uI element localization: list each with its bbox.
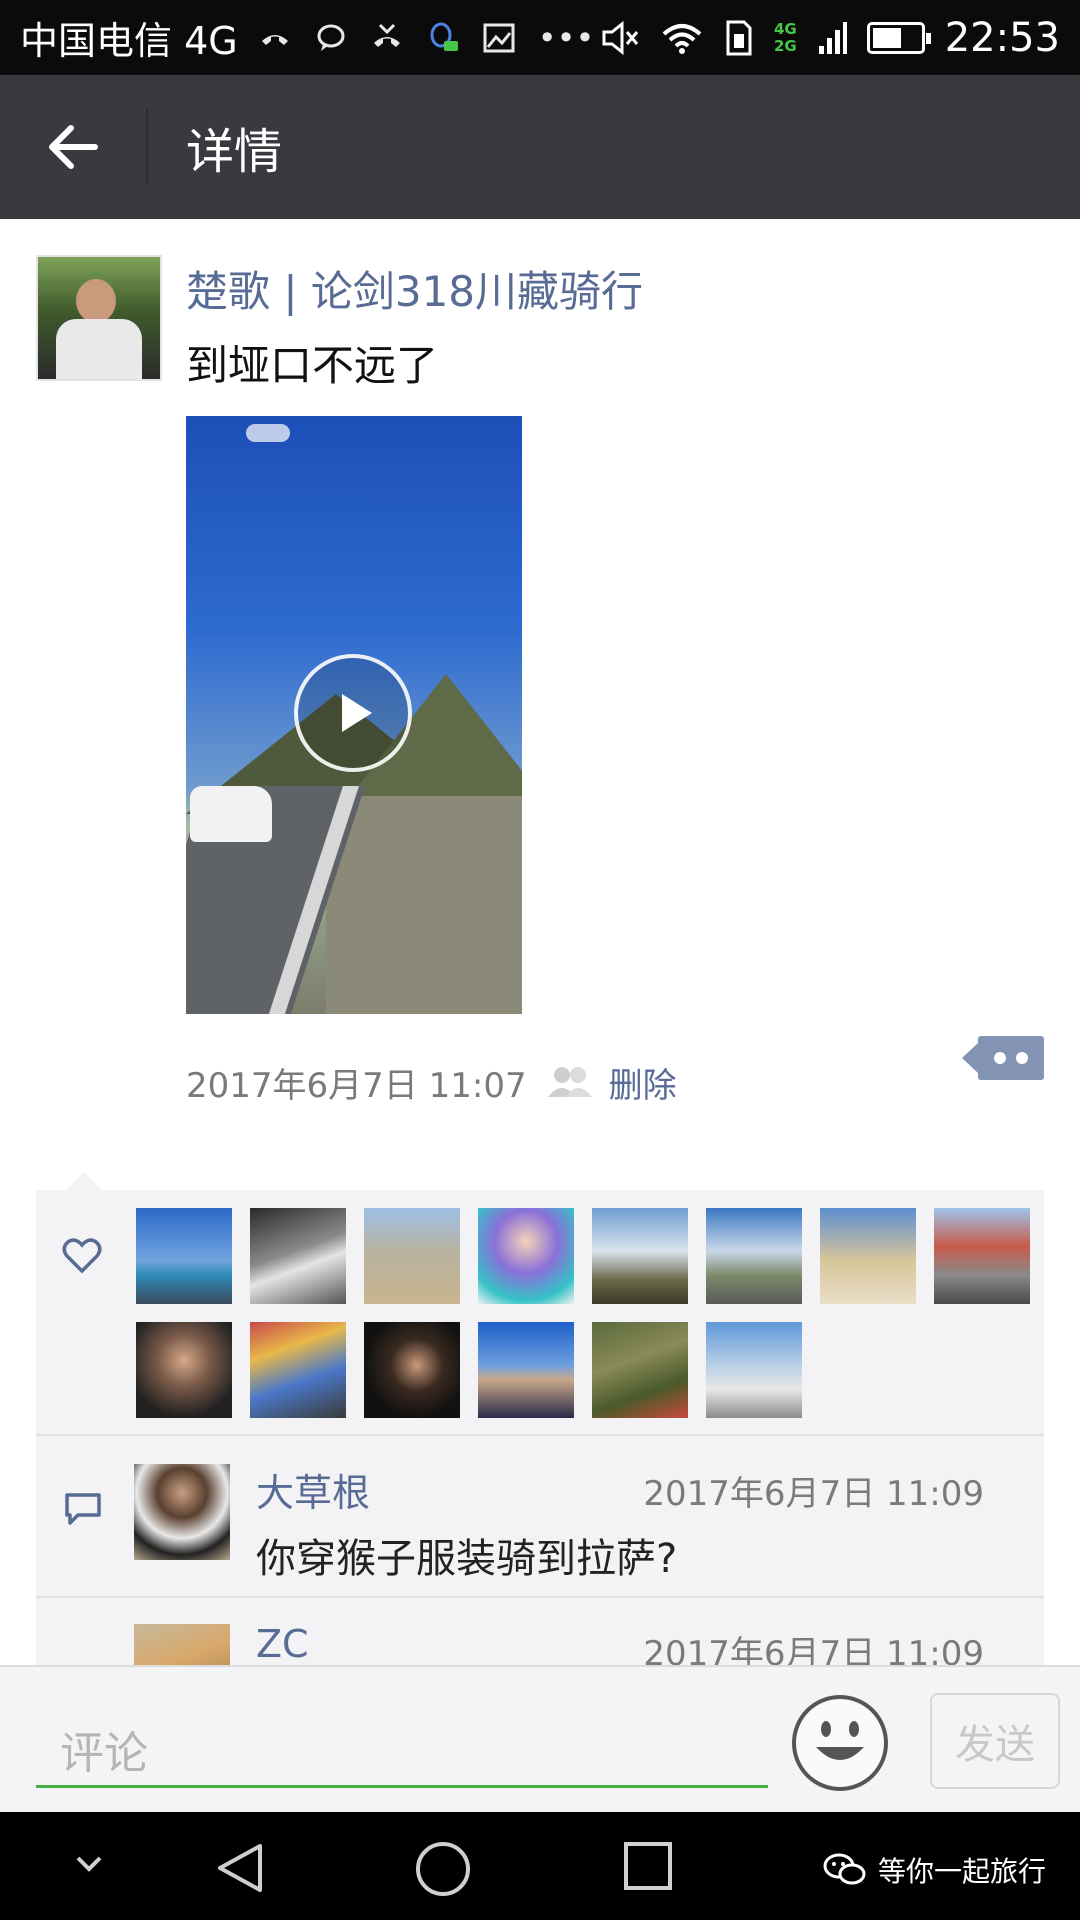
- comment-icon: [65, 1493, 101, 1525]
- nav-home-icon[interactable]: [414, 1840, 472, 1898]
- send-button[interactable]: 发送: [930, 1693, 1060, 1789]
- notification-icons: •••: [258, 18, 595, 57]
- more-notifications-icon: •••: [537, 18, 595, 57]
- watermark-text: 等你一起旅行: [877, 1855, 1046, 1888]
- like-avatar[interactable]: [592, 1322, 688, 1418]
- nav-back-icon[interactable]: [212, 1840, 268, 1896]
- comment-text: 你穿猴子服装骑到拉萨?: [256, 1536, 678, 1582]
- mute-icon: [602, 20, 639, 55]
- clock: 22:53: [944, 14, 1060, 61]
- title-bar: 详情: [0, 75, 1080, 219]
- system-nav-bar: 等你一起旅行: [0, 1812, 1080, 1920]
- chevron-down-icon[interactable]: [72, 1852, 106, 1876]
- likes-comments-panel: 大草根 2017年6月7日 11:09 你穿猴子服装骑到拉萨? ZC 2017年…: [36, 1190, 1044, 1665]
- author-name[interactable]: 楚歌 | 论剑318川藏骑行: [186, 258, 643, 319]
- like-avatar[interactable]: [820, 1208, 916, 1304]
- missed-call-icon: [261, 34, 288, 45]
- message-icon: [317, 24, 345, 51]
- post-meta: 2017年6月7日 11:07 删除: [186, 1058, 677, 1107]
- like-avatar[interactable]: [364, 1322, 460, 1418]
- play-button[interactable]: [294, 654, 412, 772]
- like-avatar[interactable]: [250, 1208, 346, 1304]
- comment-time: 2017年6月7日 11:09: [643, 1474, 984, 1514]
- back-button[interactable]: [0, 75, 146, 219]
- like-avatar[interactable]: [364, 1208, 460, 1304]
- back-arrow-icon: [49, 125, 98, 169]
- delete-link[interactable]: 删除: [609, 1058, 677, 1107]
- comment-author[interactable]: 大草根: [256, 1462, 370, 1517]
- battery-icon: [866, 21, 931, 54]
- input-underline: [36, 1785, 768, 1788]
- comment-input[interactable]: 评论: [60, 1717, 148, 1781]
- heart-icon: [62, 1238, 102, 1274]
- watermark: 等你一起旅行: [822, 1850, 1046, 1890]
- divider: [36, 1596, 1044, 1598]
- likes-pointer: [66, 1172, 102, 1190]
- nav-recents-icon[interactable]: [622, 1840, 674, 1892]
- like-avatar[interactable]: [592, 1208, 688, 1304]
- comment-avatar[interactable]: [134, 1464, 230, 1560]
- status-bar: 中国电信 4G ••• 4G 2G 22:53: [0, 0, 1080, 75]
- post-text: 到垭口不远了: [186, 341, 439, 390]
- like-avatar[interactable]: [934, 1208, 1030, 1304]
- like-avatar[interactable]: [478, 1208, 574, 1304]
- carrier-label: 中国电信 4G: [20, 19, 238, 63]
- comment-author[interactable]: ZC: [256, 1622, 309, 1665]
- title-divider: [146, 109, 148, 185]
- comment-action-button[interactable]: [962, 1036, 1044, 1080]
- network-type: 4G 2G: [773, 19, 797, 55]
- page-title: 详情: [186, 124, 283, 180]
- divider: [36, 1434, 1044, 1436]
- wifi-icon: [662, 23, 702, 54]
- missed-call-alt-icon: [373, 23, 400, 47]
- wechat-logo-icon: [823, 1853, 866, 1885]
- video-thumbnail[interactable]: [186, 416, 522, 1014]
- emoji-button[interactable]: [792, 1695, 888, 1791]
- play-icon: [342, 694, 372, 732]
- image-icon: [483, 23, 515, 52]
- like-avatar[interactable]: [136, 1208, 232, 1304]
- comment-time: 2017年6月7日 11:09: [643, 1634, 984, 1665]
- sim-icon: [726, 20, 752, 55]
- qq-icon: [430, 22, 458, 51]
- like-avatar[interactable]: [136, 1322, 232, 1418]
- comment-avatar[interactable]: [134, 1624, 230, 1665]
- like-avatar[interactable]: [250, 1322, 346, 1418]
- visibility-people-icon: [547, 1066, 592, 1097]
- comment-input-bar: 评论 发送: [0, 1665, 1080, 1812]
- smiley-icon: [816, 1721, 864, 1760]
- like-avatar[interactable]: [706, 1208, 802, 1304]
- signal-icon: [818, 21, 847, 54]
- like-avatar[interactable]: [706, 1322, 802, 1418]
- author-avatar[interactable]: [36, 255, 162, 381]
- post-timestamp: 2017年6月7日 11:07: [186, 1066, 527, 1106]
- like-avatar[interactable]: [478, 1322, 574, 1418]
